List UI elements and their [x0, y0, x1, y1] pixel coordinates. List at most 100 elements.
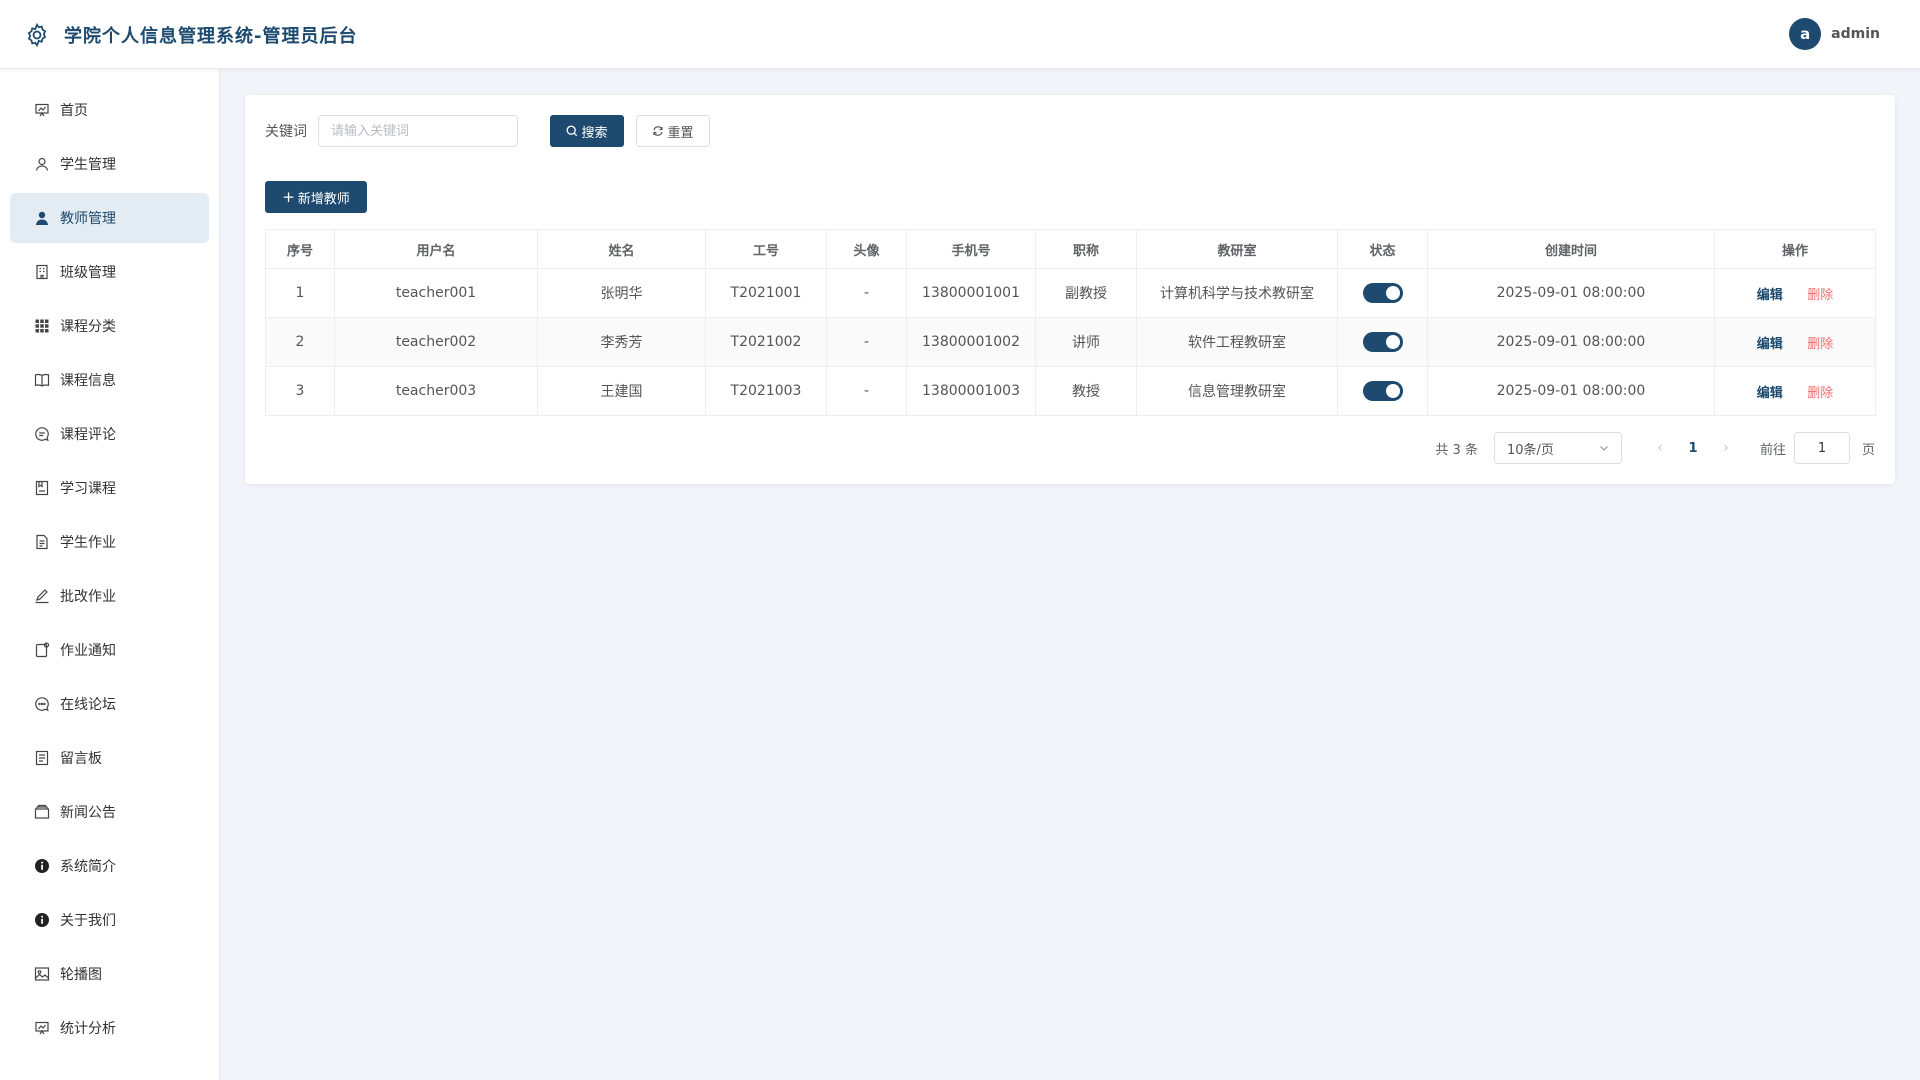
gear-icon [24, 22, 50, 48]
cell-phone: 13800001003 [906, 366, 1036, 416]
add-teacher-button[interactable]: + 新增教师 [265, 181, 367, 213]
sidebar-item-classes[interactable]: 班级管理 [10, 247, 209, 297]
delete-button[interactable]: 删除 [1807, 337, 1833, 352]
sidebar-item-label: 学生管理 [60, 157, 116, 173]
image-icon [34, 966, 50, 982]
sidebar-item-students[interactable]: 学生管理 [10, 139, 209, 189]
cell-created-time: 2025-09-01 08:00:00 [1427, 366, 1715, 416]
cell-name: 王建国 [537, 366, 706, 416]
cell-username: teacher003 [334, 366, 538, 416]
sidebar-item-homework-notice[interactable]: 作业通知 [10, 625, 209, 675]
sidebar-item-carousel[interactable]: 轮播图 [10, 949, 209, 999]
document-icon [34, 534, 50, 550]
sidebar-item-label: 课程信息 [60, 373, 116, 389]
username[interactable]: admin [1831, 26, 1880, 42]
status-toggle[interactable] [1362, 381, 1403, 401]
grid-icon [34, 318, 50, 334]
sidebar-item-label: 留言板 [60, 751, 102, 767]
teacher-management-panel: 关键词 搜索 重置 + 新增教师 序号 用户名 姓名 工号 头像 手机号 [245, 95, 1895, 484]
sidebar-item-label: 轮播图 [60, 967, 102, 983]
page-size-select[interactable]: 10条/页 [1493, 432, 1622, 464]
sidebar-item-label: 学习课程 [60, 481, 116, 497]
sidebar-item-label: 学生作业 [60, 535, 116, 551]
cell-phone: 13800001002 [906, 317, 1036, 367]
column-header[interactable]: 状态 [1337, 229, 1428, 269]
status-toggle[interactable] [1362, 332, 1403, 352]
sidebar-item-teachers[interactable]: 教师管理 [10, 193, 209, 243]
sidebar-item-label: 课程分类 [60, 319, 116, 335]
user-menu[interactable]: a admin [1789, 18, 1880, 50]
column-header[interactable]: 工号 [705, 229, 827, 269]
cell-status [1337, 366, 1428, 416]
column-header[interactable]: 头像 [826, 229, 907, 269]
column-header[interactable]: 职称 [1035, 229, 1137, 269]
cell-office: 计算机科学与技术教研室 [1136, 268, 1338, 318]
search-icon [567, 125, 578, 137]
goto-page-input[interactable] [1793, 432, 1850, 464]
delete-button[interactable]: 删除 [1807, 288, 1833, 303]
sidebar-item-statistics[interactable]: 统计分析 [10, 1003, 209, 1053]
sidebar-item-forum[interactable]: 在线论坛 [10, 679, 209, 729]
sidebar-item-label: 系统简介 [60, 859, 116, 875]
cell-employee-no: T2021003 [705, 366, 827, 416]
cell-status [1337, 268, 1428, 318]
table-row: 1 teacher001 张明华 T2021001 - 13800001001 … [265, 268, 1876, 318]
sidebar-item-news[interactable]: 新闻公告 [10, 787, 209, 837]
add-teacher-label: 新增教师 [297, 191, 350, 207]
sidebar-item-course-comments[interactable]: 课程评论 [10, 409, 209, 459]
notice-icon [34, 642, 50, 658]
delete-button[interactable]: 删除 [1807, 386, 1833, 401]
sidebar-item-grade-homework[interactable]: 批改作业 [10, 571, 209, 621]
sidebar-item-course-categories[interactable]: 课程分类 [10, 301, 209, 351]
sidebar-item-study-courses[interactable]: 学习课程 [10, 463, 209, 513]
sidebar-item-about-us[interactable]: 关于我们 [10, 895, 209, 945]
cell-office: 软件工程教研室 [1136, 317, 1338, 367]
column-header[interactable]: 教研室 [1136, 229, 1338, 269]
sidebar-item-student-homework[interactable]: 学生作业 [10, 517, 209, 567]
info-icon [34, 912, 50, 928]
prev-page-button[interactable]: ‹ [1650, 440, 1670, 456]
column-header[interactable]: 序号 [265, 229, 335, 269]
column-header[interactable]: 手机号 [906, 229, 1036, 269]
sidebar-item-label: 批改作业 [60, 589, 116, 605]
sidebar-item-home[interactable]: 首页 [10, 85, 209, 135]
sidebar-item-label: 统计分析 [60, 1021, 116, 1037]
edit-button[interactable]: 编辑 [1757, 386, 1783, 401]
cell-avatar: - [826, 366, 907, 416]
edit-button[interactable]: 编辑 [1757, 288, 1783, 303]
comment-icon [34, 426, 50, 442]
pen-icon [34, 588, 50, 604]
sidebar-item-message-board[interactable]: 留言板 [10, 733, 209, 783]
sidebar-item-label: 首页 [60, 103, 88, 119]
cell-actions: 编辑 删除 [1714, 317, 1876, 367]
chart-icon [34, 1020, 50, 1036]
cell-index: 3 [265, 366, 335, 416]
cell-username: teacher002 [334, 317, 538, 367]
total-count: 共 3 条 [1435, 442, 1478, 458]
status-toggle[interactable] [1362, 283, 1403, 303]
table-row: 2 teacher002 李秀芳 T2021002 - 13800001002 … [265, 317, 1876, 367]
column-header[interactable]: 创建时间 [1427, 229, 1715, 269]
cell-phone: 13800001001 [906, 268, 1036, 318]
edit-button[interactable]: 编辑 [1757, 337, 1783, 352]
next-page-button[interactable]: › [1716, 440, 1736, 456]
user-outline-icon [34, 156, 50, 172]
column-header[interactable]: 操作 [1714, 229, 1876, 269]
sidebar-item-label: 教师管理 [60, 211, 116, 227]
column-header[interactable]: 姓名 [537, 229, 706, 269]
building-icon [34, 264, 50, 280]
notebook-icon [34, 480, 50, 496]
search-button[interactable]: 搜索 [550, 115, 624, 147]
cell-title: 教授 [1035, 366, 1137, 416]
keyword-input[interactable] [318, 115, 518, 147]
sidebar-item-label: 新闻公告 [60, 805, 116, 821]
reset-button[interactable]: 重置 [636, 115, 710, 147]
page-number[interactable]: 1 [1670, 441, 1716, 456]
column-header[interactable]: 用户名 [334, 229, 538, 269]
avatar[interactable]: a [1789, 18, 1822, 50]
sidebar-item-system-intro[interactable]: 系统简介 [10, 841, 209, 891]
cell-name: 李秀芳 [537, 317, 706, 367]
cell-office: 信息管理教研室 [1136, 366, 1338, 416]
sidebar-item-course-info[interactable]: 课程信息 [10, 355, 209, 405]
keyword-label: 关键词 [265, 124, 307, 140]
